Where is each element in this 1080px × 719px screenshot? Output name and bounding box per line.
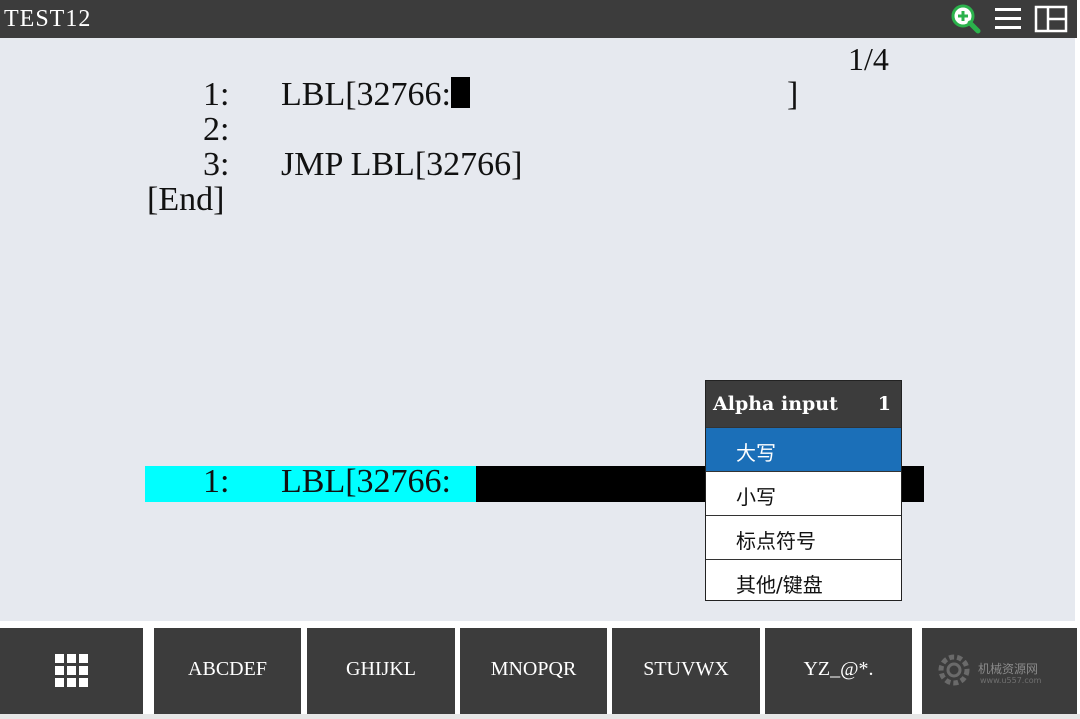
watermark-text: 机械资源网 (978, 662, 1039, 676)
popup-item-punctuation[interactable]: 标点符号 (706, 515, 901, 559)
line-code[interactable]: LBL[32766: (281, 76, 470, 114)
fkey-yz-symbols[interactable]: YZ_@*. (765, 628, 912, 714)
line-number: 3: (203, 146, 230, 183)
grid-menu-button[interactable] (0, 628, 143, 714)
popup-item-lowercase[interactable]: 小写 (706, 471, 901, 515)
fkey-empty[interactable]: 机械资源网 www.u557.com (922, 628, 1077, 714)
edit-line-code: LBL[32766: (281, 463, 451, 500)
function-key-bar: ABCDEF GHIJKL MNOPQR STUVWX YZ_@*. 机械资源网… (0, 628, 1077, 714)
fkey-ghijkl[interactable]: GHIJKL (307, 628, 455, 714)
title-bar: TEST12 (0, 0, 1077, 38)
page-indicator: 1/4 (848, 41, 889, 77)
line-number: 2: (203, 111, 230, 148)
watermark-gear-icon (938, 654, 970, 686)
grid-icon (55, 654, 88, 687)
popup-title: Alpha input (713, 393, 838, 415)
bottom-border (0, 714, 1080, 719)
window-title: TEST12 (4, 6, 92, 32)
zoom-in-icon[interactable] (950, 4, 984, 34)
line-number: 1: (203, 76, 230, 113)
watermark-subtext: www.u557.com (980, 676, 1042, 685)
popup-item-other-keyboard[interactable]: 其他/键盘 (706, 559, 901, 603)
program-editor[interactable]: 1/4 1: LBL[32766: ] 2: 3: JMP LBL[32766]… (0, 38, 1075, 621)
edit-line-number: 1: (203, 463, 230, 500)
fkey-abcdef[interactable]: ABCDEF (154, 628, 301, 714)
popup-number: 1 (877, 393, 891, 415)
line-code[interactable]: JMP LBL[32766] (281, 146, 522, 184)
menu-icon[interactable] (993, 4, 1023, 34)
fkey-mnopqr[interactable]: MNOPQR (460, 628, 607, 714)
end-marker: [End] (147, 181, 225, 218)
popup-item-uppercase[interactable]: 大写 (706, 427, 901, 471)
text-cursor (450, 77, 470, 108)
fkey-stuvwx[interactable]: STUVWX (612, 628, 760, 714)
split-window-icon[interactable] (1034, 4, 1068, 34)
alpha-input-popup: Alpha input 1 大写 小写 标点符号 其他/键盘 (705, 380, 902, 601)
line-close-bracket: ] (787, 76, 799, 113)
popup-header: Alpha input 1 (706, 381, 901, 427)
